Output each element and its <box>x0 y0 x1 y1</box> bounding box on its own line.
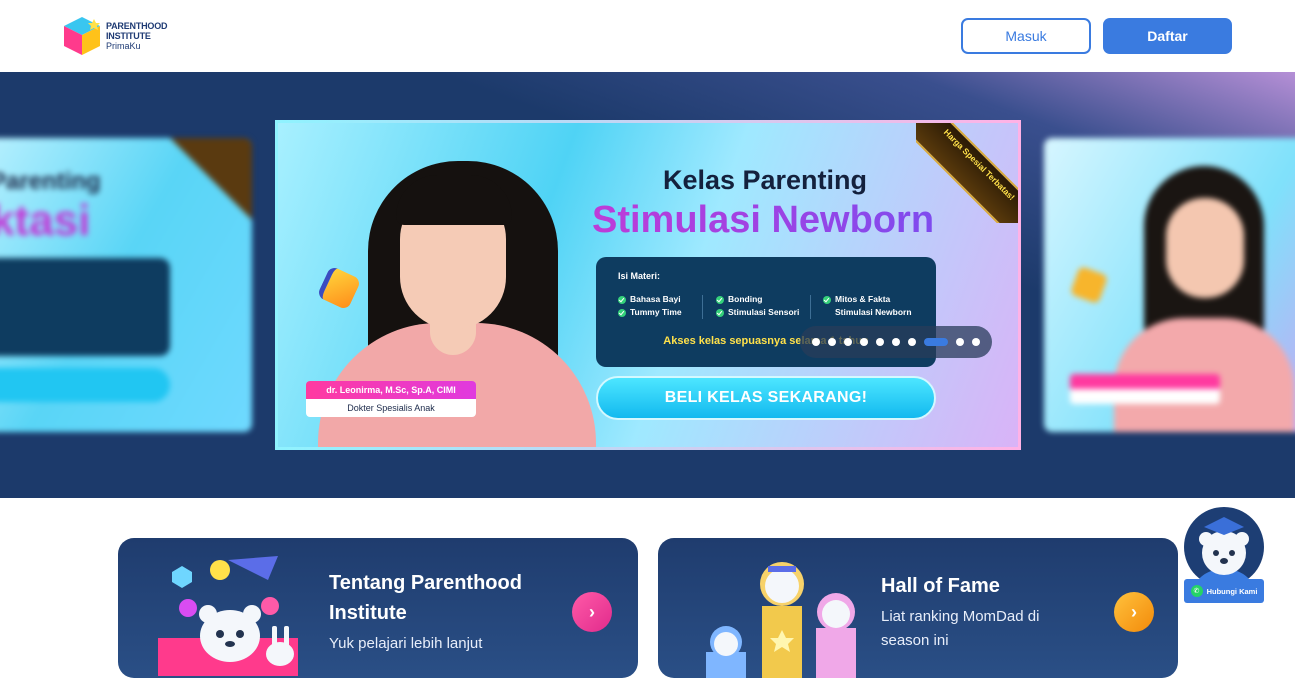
carousel-pagination <box>800 326 992 358</box>
about-card-title: Tentang Parenthood Institute <box>329 572 522 624</box>
carousel-dot[interactable] <box>972 338 980 346</box>
materi-title: Isi Materi: <box>618 271 661 281</box>
check-icon <box>716 308 724 317</box>
carousel-dot[interactable] <box>892 338 900 346</box>
carousel-next-slide[interactable] <box>1044 138 1295 432</box>
fame-arrow-button[interactable]: › <box>1114 592 1154 632</box>
doctor-tag: dr. Leonirma, M.Sc, Sp.A, CIMI Dokter Sp… <box>306 381 476 417</box>
contact-us-widget[interactable]: ✆ Hubungi Kami <box>1184 507 1264 607</box>
materi-item: Stimulasi Newborn <box>835 307 912 317</box>
bear-mascot-icon <box>1194 517 1254 587</box>
materi-item: Bahasa Bayi <box>618 293 682 306</box>
carousel-dot[interactable] <box>860 338 868 346</box>
about-arrow-button[interactable]: › <box>572 592 612 632</box>
banner-title: Kelas Parenting <box>662 165 868 195</box>
carousel-dot[interactable] <box>908 338 916 346</box>
register-button[interactable]: Daftar <box>1103 18 1232 54</box>
check-icon <box>618 308 626 317</box>
whatsapp-icon: ✆ <box>1190 585 1203 597</box>
next-slide-photo-face <box>1166 198 1244 298</box>
carousel-dot[interactable] <box>812 338 820 346</box>
logo-cube-icon <box>64 17 100 55</box>
about-card[interactable]: Tentang Parenthood Institute Yuk pelajar… <box>118 538 638 678</box>
mascot-avatar <box>1184 507 1264 587</box>
check-icon <box>618 295 626 304</box>
parenthood-institute-logo[interactable]: PARENTHOOD INSTITUTE PrimaKu <box>62 14 172 58</box>
about-card-subtitle: Yuk pelajari lebih lanjut <box>329 635 483 652</box>
prev-slide-cta <box>0 368 170 402</box>
ribbon-text: Harga Spesial Terbatas! <box>916 123 1018 223</box>
banner-subtitle: Stimulasi Newborn <box>568 199 958 242</box>
fame-card-subtitle: Liat ranking MomDad di season ini <box>881 608 1040 649</box>
contact-us-button[interactable]: ✆ Hubungi Kami <box>1184 579 1264 603</box>
divider <box>702 295 703 319</box>
carousel-dot[interactable] <box>876 338 884 346</box>
carousel-dot[interactable] <box>956 338 964 346</box>
carousel-dot-active[interactable] <box>924 338 948 346</box>
logo-text-line2: INSTITUTE <box>106 31 151 41</box>
divider <box>810 295 811 319</box>
login-button[interactable]: Masuk <box>961 18 1091 54</box>
next-slide-doctor-tag <box>1070 374 1220 404</box>
doctor-role: Dokter Spesialis Anak <box>306 399 476 417</box>
materi-column-3: Mitos & Fakta Stimulasi Newborn <box>823 293 912 319</box>
top-header: PARENTHOOD INSTITUTE PrimaKu Masuk Dafta… <box>0 0 1295 72</box>
check-icon <box>716 295 724 304</box>
materi-item: Bonding <box>716 293 799 306</box>
carousel-dot[interactable] <box>844 338 852 346</box>
fame-card-title: Hall of Fame <box>881 575 1000 597</box>
doctor-photo-bangs <box>396 175 512 225</box>
materi-item: Tummy Time <box>618 306 682 319</box>
check-icon <box>823 295 831 304</box>
logo-text-line1: PARENTHOOD <box>106 21 168 31</box>
hall-of-fame-card[interactable]: Hall of Fame Liat ranking MomDad di seas… <box>658 538 1178 678</box>
materi-item: Mitos & Fakta <box>823 293 912 306</box>
cube-decoration <box>316 265 362 311</box>
prev-slide-materi-box <box>0 258 170 356</box>
prev-slide-subtitle: ktasi <box>0 196 91 245</box>
materi-column-2: Bonding Stimulasi Sensori <box>716 293 799 319</box>
cube-decoration <box>1069 265 1109 305</box>
doctor-name: dr. Leonirma, M.Sc, Sp.A, CIMI <box>306 381 476 399</box>
hero-carousel: Parenting ktasi dr. Leonirma, M.Sc, Sp.A… <box>0 72 1295 498</box>
contact-us-label: Hubungi Kami <box>1206 586 1258 596</box>
logo-text-line3: PrimaKu <box>106 41 141 51</box>
buy-class-button[interactable]: BELI KELAS SEKARANG! <box>596 376 936 420</box>
podium-trophy-icon <box>706 562 856 678</box>
ribbon-decoration <box>162 138 252 228</box>
special-price-ribbon: Harga Spesial Terbatas! <box>916 123 1018 223</box>
bear-gift-illustration-icon <box>158 556 298 676</box>
materi-column-1: Bahasa Bayi Tummy Time <box>618 293 682 319</box>
carousel-dot[interactable] <box>828 338 836 346</box>
carousel-active-slide[interactable]: dr. Leonirma, M.Sc, Sp.A, CIMI Dokter Sp… <box>275 120 1021 450</box>
carousel-prev-slide[interactable]: Parenting ktasi <box>0 138 252 432</box>
materi-item: Stimulasi Sensori <box>716 306 799 319</box>
prev-slide-title: Parenting <box>0 168 101 195</box>
